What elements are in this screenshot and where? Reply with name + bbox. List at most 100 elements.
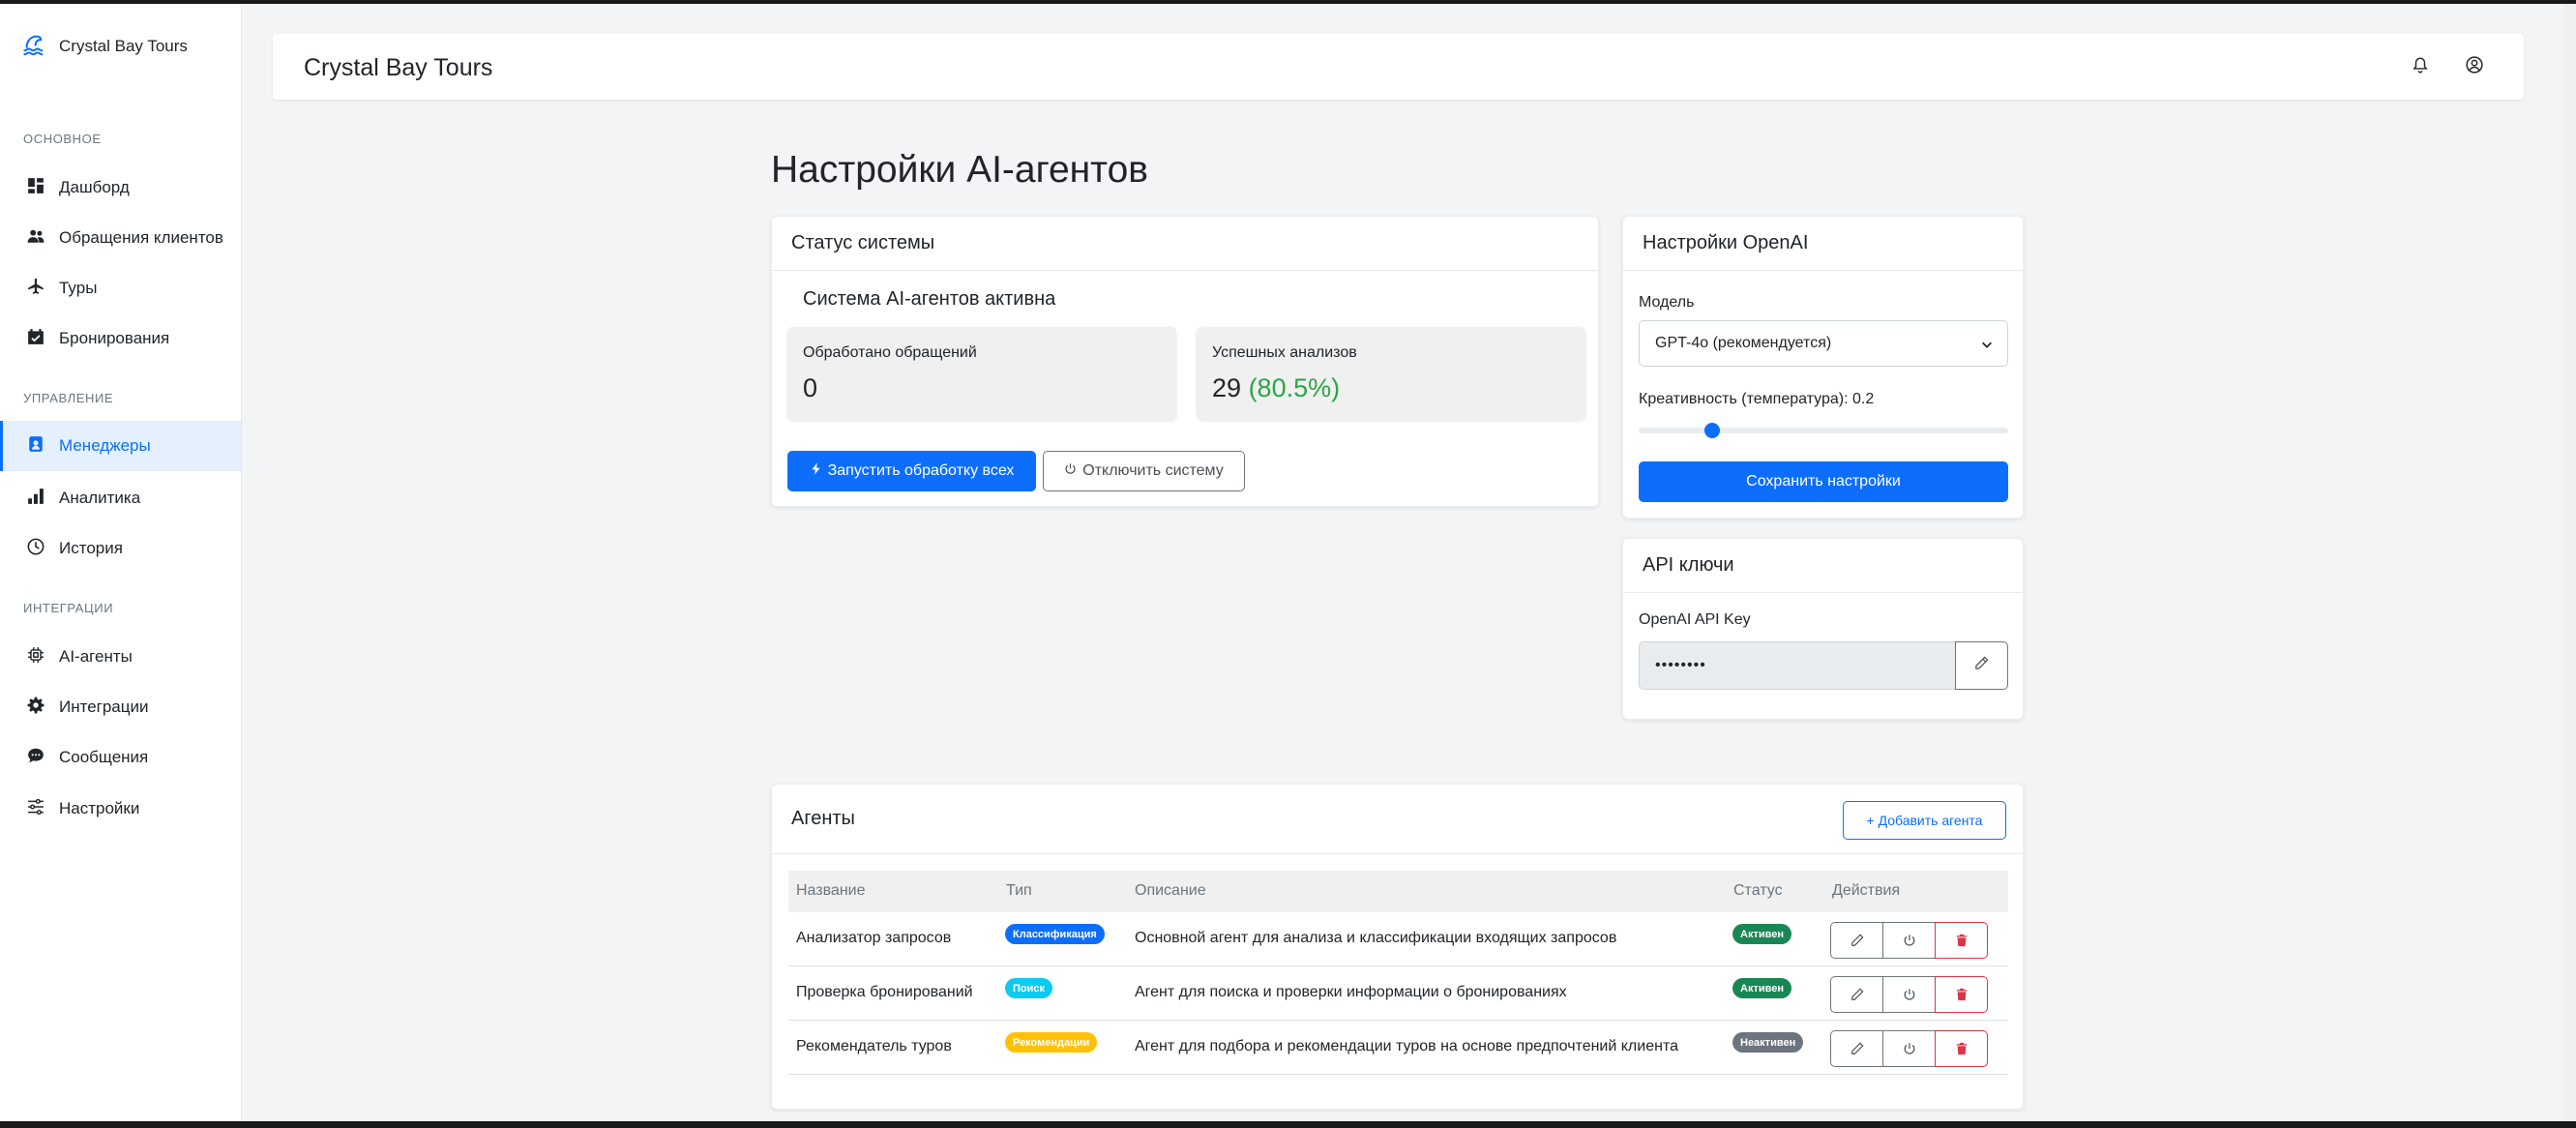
sidebar-item-integrations[interactable]: Интеграции <box>0 682 241 732</box>
delete-agent-button[interactable] <box>1935 1030 1988 1067</box>
processed-stat: Обработано обращений 0 <box>787 327 1176 420</box>
users-icon <box>27 227 44 250</box>
table-row: Проверка бронирований Поиск Агент для по… <box>788 966 2008 1021</box>
delete-agent-button[interactable] <box>1935 976 1988 1013</box>
success-value: 29 <box>1212 373 1242 402</box>
gear-icon <box>27 697 44 719</box>
system-status-card: Статус системы Система AI-агентов активн… <box>771 216 1599 507</box>
toggle-agent-button[interactable] <box>1882 922 1936 959</box>
calendar-check-icon <box>27 328 44 350</box>
sidebar-item-dashboard[interactable]: Дашборд <box>0 163 241 213</box>
agent-description: Основной агент для анализа и классификац… <box>1135 930 1617 946</box>
sidebar-section-management: УПРАВЛЕНИЕ <box>23 391 114 405</box>
temperature-slider-thumb[interactable] <box>1704 423 1721 438</box>
brand-name: Crystal Bay Tours <box>59 37 188 55</box>
start-processing-label: Запустить обработку всех <box>827 462 1015 479</box>
add-agent-button[interactable]: + Добавить агента <box>1843 801 2006 840</box>
sidebar-item-label: Менеджеры <box>59 436 151 455</box>
temperature-slider[interactable] <box>1639 423 2008 438</box>
sidebar-item-bookings[interactable]: Бронирования <box>0 313 241 364</box>
power-icon <box>1064 462 1077 480</box>
pencil-icon <box>1851 1042 1863 1054</box>
row-actions <box>1830 922 1988 959</box>
sidebar-item-label: История <box>59 539 123 557</box>
api-key-input[interactable]: •••••••• <box>1639 641 1955 690</box>
agents-title: Агенты <box>772 785 2023 854</box>
window-scrollbar[interactable] <box>2564 4 2576 1121</box>
cpu-icon <box>27 646 44 668</box>
agent-status-badge: Активен <box>1732 978 1791 998</box>
success-stat: Успешных анализов 29 (80.5%) <box>1197 327 1585 420</box>
agent-type-badge: Классификация <box>1005 924 1105 944</box>
api-keys-title: API ключи <box>1623 539 2023 593</box>
sidebar-item-label: Дашборд <box>59 178 130 196</box>
system-status-title: Статус системы <box>772 217 1598 271</box>
sidebar-item-requests[interactable]: Обращения клиентов <box>0 213 241 263</box>
sidebar-item-label: AI-агенты <box>59 647 133 666</box>
column-header: Описание <box>1135 882 1206 899</box>
power-icon <box>1904 935 1914 946</box>
sidebar-item-messages[interactable]: Сообщения <box>0 732 241 783</box>
sidebar-item-label: Бронирования <box>59 329 170 347</box>
sidebar-item-analytics[interactable]: Аналитика <box>0 473 241 523</box>
model-select[interactable]: GPT-4o (рекомендуется) <box>1639 320 2008 367</box>
openai-settings-title: Настройки OpenAI <box>1623 217 2023 271</box>
agents-table-header: Название Тип Описание Статус Действия <box>788 871 2008 912</box>
sidebar-item-label: Сообщения <box>59 748 149 766</box>
save-settings-label: Сохранить настройки <box>1746 473 1901 490</box>
clock-icon <box>27 538 44 560</box>
agent-status-badge: Активен <box>1732 924 1791 944</box>
dashboard-icon <box>27 177 44 199</box>
sidebar-item-label: Обращения клиентов <box>59 228 223 247</box>
start-processing-button[interactable]: Запустить обработку всех <box>787 451 1036 491</box>
model-label: Модель <box>1639 294 1695 311</box>
temperature-label: Креативность (температура): 0.2 <box>1639 391 1875 407</box>
delete-agent-button[interactable] <box>1935 922 1988 959</box>
brand[interactable]: Crystal Bay Tours <box>21 31 188 62</box>
model-select-value: GPT-4o (рекомендуется) <box>1655 335 1832 351</box>
sidebar-item-tours[interactable]: Туры <box>0 263 241 313</box>
user-avatar-icon[interactable] <box>2466 56 2487 77</box>
success-value-line: 29 (80.5%) <box>1212 373 1340 403</box>
toggle-agent-button[interactable] <box>1882 1030 1936 1067</box>
pencil-icon <box>1851 934 1863 946</box>
airplane-icon <box>27 278 44 300</box>
sidebar-item-label: Настройки <box>59 799 140 817</box>
edit-agent-button[interactable] <box>1830 1030 1883 1067</box>
edit-agent-button[interactable] <box>1830 922 1883 959</box>
edit-api-key-button[interactable] <box>1955 641 2008 690</box>
column-header: Статус <box>1733 882 1783 899</box>
top-header: Crystal Bay Tours <box>273 34 2524 100</box>
agent-name: Рекомендатель туров <box>796 1038 952 1054</box>
sidebar-item-managers[interactable]: Менеджеры <box>0 421 241 471</box>
chat-icon <box>27 747 44 769</box>
openai-settings-card: Настройки OpenAI Модель GPT-4o (рекоменд… <box>1622 216 2024 519</box>
lightning-icon <box>810 462 822 480</box>
sidebar-item-history[interactable]: История <box>0 523 241 574</box>
sidebar-item-label: Туры <box>59 279 98 297</box>
toggle-agent-button[interactable] <box>1882 976 1936 1013</box>
sidebar-section-main: ОСНОВНОЕ <box>23 132 102 146</box>
app-window: Crystal Bay Tours ОСНОВНОЕ Дашборд Обращ… <box>0 4 2564 1121</box>
sidebar-item-ai-agents[interactable]: AI-агенты <box>0 632 241 682</box>
bell-icon[interactable] <box>2412 56 2433 77</box>
processed-label: Обработано обращений <box>803 344 977 361</box>
edit-agent-button[interactable] <box>1830 976 1883 1013</box>
disable-system-label: Отключить систему <box>1082 462 1224 479</box>
api-key-label: OpenAI API Key <box>1639 611 1751 628</box>
header-title: Crystal Bay Tours <box>304 54 493 81</box>
save-settings-button[interactable]: Сохранить настройки <box>1639 461 2008 502</box>
row-actions <box>1830 976 1988 1013</box>
disable-system-button[interactable]: Отключить систему <box>1043 451 1245 491</box>
sidebar-item-settings[interactable]: Настройки <box>0 784 241 834</box>
table-row: Анализатор запросов Классификация Основн… <box>788 912 2008 966</box>
power-icon <box>1904 989 1914 1000</box>
person-badge-icon <box>27 435 44 458</box>
agent-description: Агент для поиска и проверки информации о… <box>1135 984 1567 1000</box>
trash-icon <box>1956 1042 1967 1055</box>
chevron-down-icon <box>1982 341 1992 348</box>
agent-status-badge: Неактивен <box>1732 1032 1804 1053</box>
pencil-icon <box>1851 988 1863 1000</box>
column-header: Действия <box>1832 882 1901 899</box>
processed-value: 0 <box>803 373 818 402</box>
